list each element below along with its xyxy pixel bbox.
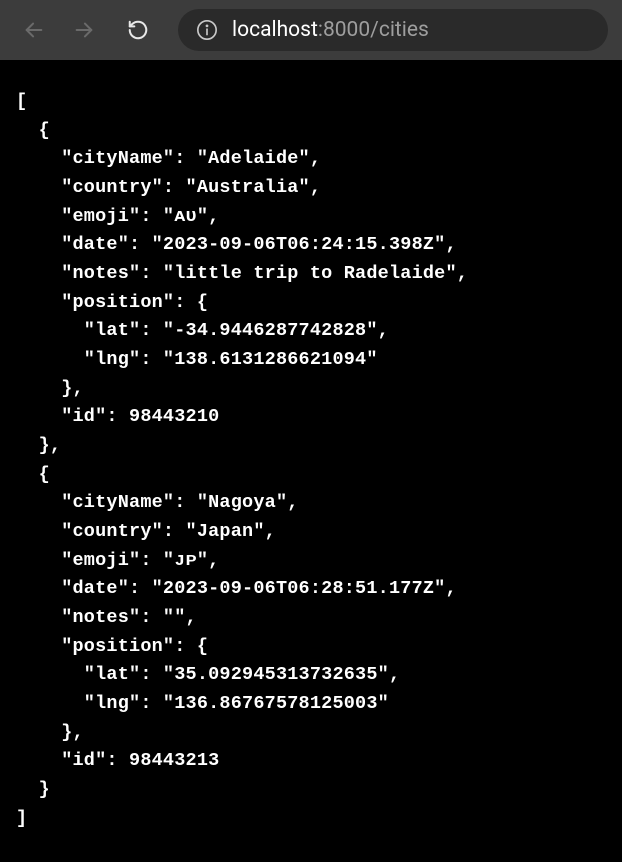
- reload-button[interactable]: [118, 10, 158, 50]
- browser-toolbar: localhost:8000/cities: [0, 0, 622, 60]
- back-button[interactable]: [14, 10, 54, 50]
- url-port: :8000: [318, 18, 370, 42]
- url-path: /cities: [370, 18, 429, 42]
- reload-icon: [127, 19, 149, 41]
- forward-button[interactable]: [64, 10, 104, 50]
- arrow-left-icon: [23, 19, 45, 41]
- url-text: localhost:8000/cities: [232, 18, 429, 42]
- arrow-right-icon: [73, 19, 95, 41]
- url-host: localhost: [232, 18, 318, 42]
- json-response: [ { "cityName": "Adelaide", "country": "…: [16, 88, 606, 833]
- address-bar[interactable]: localhost:8000/cities: [178, 9, 608, 51]
- info-icon: [196, 19, 218, 41]
- response-content: [ { "cityName": "Adelaide", "country": "…: [0, 60, 622, 861]
